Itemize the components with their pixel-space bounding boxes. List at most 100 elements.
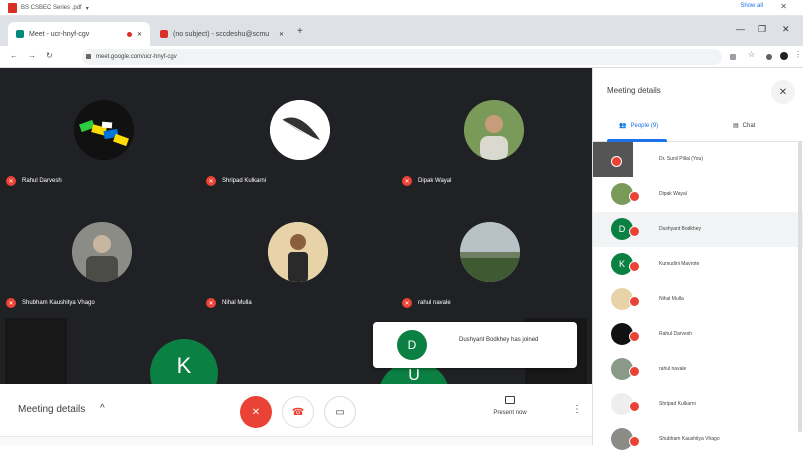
participant-name: Shripad Kulkarni (659, 401, 696, 407)
bottom-strip (0, 436, 592, 445)
pdf-icon (8, 3, 17, 13)
participant-name: Dushyant Bodkhey (659, 226, 701, 232)
tab-meet[interactable]: Meet - ucr-hnyf-cgv ✕ (8, 22, 150, 46)
close-icon[interactable]: ✕ (279, 31, 284, 38)
participant-tile[interactable]: ✕ Nihal Mulla (200, 188, 396, 308)
tab-chat-label: Chat (742, 122, 756, 129)
avatar (72, 222, 132, 282)
recording-dot-icon (126, 31, 132, 37)
present-screen-icon (505, 396, 515, 404)
camera-toggle-button[interactable]: ▭ (324, 396, 356, 428)
participant-name: rahul navale (659, 366, 687, 372)
forward-icon[interactable]: → (28, 51, 36, 60)
participant-tile[interactable]: ✕ rahul navale (396, 188, 592, 308)
participant-tile-dark[interactable] (5, 318, 67, 384)
mic-off-icon (629, 296, 640, 307)
participant-name: Nihal Mulla (659, 296, 684, 302)
close-icon[interactable]: ✕ (771, 80, 795, 104)
tab-chat[interactable]: ▤ Chat (733, 122, 756, 130)
avatar (74, 100, 134, 160)
gmail-favicon-icon (160, 30, 168, 38)
url-field[interactable]: meet.google.com/ucr-hnyf-cgv (82, 49, 722, 65)
download-filename: BS CSBEC Series .pdf (21, 5, 82, 11)
mic-off-icon (629, 366, 640, 377)
chevron-down-icon[interactable]: ▾ (86, 5, 89, 12)
tab-label: Meet - ucr-hnyf-cgv (29, 30, 90, 38)
chevron-up-icon[interactable]: ^ (100, 403, 105, 414)
back-icon[interactable]: ← (10, 51, 18, 60)
participant-row[interactable]: Shubham Kaushitya Vhago (593, 422, 803, 457)
present-now-button[interactable]: Present now (490, 396, 530, 416)
person-photo-icon (72, 222, 132, 282)
download-bar: BS CSBEC Series .pdf ▾ Show all ✕ (0, 0, 803, 16)
close-window-icon[interactable]: ✕ (782, 24, 790, 35)
mic-off-icon (629, 436, 640, 447)
lock-icon[interactable] (86, 54, 91, 59)
participant-tile[interactable]: ✕ Shubham Kaushitya Vhago (0, 188, 196, 308)
tab-label: (no subject) - sccdeshu@scmu (173, 30, 270, 38)
show-all-link[interactable]: Show all (740, 3, 763, 9)
participant-row[interactable]: Shripad Kulkarni (593, 387, 803, 422)
hangup-icon: ☎ (291, 406, 305, 418)
participant-row[interactable]: D Dushyant Bodkhey (593, 212, 803, 247)
participant-name: Shubham Kaushitya Vhago (659, 436, 720, 442)
participant-name: Nihal Mulla (222, 300, 252, 306)
feather-quill-icon (270, 100, 330, 160)
participant-name: Dipak Wayal (418, 178, 452, 184)
chat-icon: ▤ (733, 123, 739, 129)
participant-tile[interactable]: ✕ Shripad Kulkarni (200, 68, 396, 188)
participant-name: Kumudini Mavrote (659, 261, 700, 267)
tab-gmail[interactable]: (no subject) - sccdeshu@scmu ✕ (152, 22, 292, 46)
mic-off-icon: ✕ (206, 298, 216, 308)
participant-name: Dr. Sunil Pillai (You) (659, 156, 704, 162)
close-icon[interactable]: ✕ (780, 2, 787, 11)
download-item[interactable]: BS CSBEC Series .pdf ▾ (8, 3, 89, 13)
participant-row[interactable]: Dr. Sunil Pillai (You) (593, 142, 803, 177)
avatar (464, 100, 524, 160)
mic-off-icon: ✕ (402, 298, 412, 308)
more-options-icon[interactable]: ⋮ (572, 404, 582, 415)
person-photo-icon (464, 100, 524, 160)
panel-tabs: 👥 People (9) ▤ Chat (593, 114, 803, 142)
leave-call-button[interactable]: ☎ (282, 396, 314, 428)
participant-tile[interactable]: ✕ Dipak Wayal (396, 68, 592, 188)
participant-row[interactable]: rahul navale (593, 352, 803, 387)
participant-initial-avatar[interactable]: K (150, 339, 218, 384)
meeting-details-button[interactable]: Meeting details (18, 404, 85, 415)
menu-icon[interactable]: ⋮ (794, 50, 802, 59)
participant-nameplate: ✕ Shripad Kulkarni (206, 176, 266, 186)
join-notification: D Dushyant Bodkhey has joined (373, 322, 577, 368)
call-controls: Meeting details ^ ✕ ☎ ▭ Present now ⋮ (0, 384, 592, 436)
camera-indicator-icon[interactable] (730, 54, 736, 60)
participant-nameplate: ✕ rahul navale (402, 298, 451, 308)
minimize-icon[interactable]: — (736, 24, 745, 34)
tab-people[interactable]: 👥 People (9) (619, 122, 659, 130)
meeting-details-panel: Meeting details ✕ 👥 People (9) ▤ Chat Dr… (592, 68, 803, 450)
mic-off-button[interactable]: ✕ (240, 396, 272, 428)
url-text: meet.google.com/ucr-hnyf-cgv (96, 54, 177, 60)
tab-people-label: People (9) (630, 122, 659, 129)
profile-avatar[interactable] (780, 52, 788, 60)
participant-name: Dipak Wayal (659, 191, 687, 197)
participant-row[interactable]: Rahul Darvesh (593, 317, 803, 352)
landscape-photo-icon (460, 222, 520, 282)
mic-off-icon (629, 401, 640, 412)
participant-name: Shubham Kaushitya Vhago (22, 300, 95, 306)
reload-icon[interactable]: ↻ (46, 51, 53, 60)
participant-tile[interactable]: ✕ Rahul Darvesh (0, 68, 196, 188)
maximize-icon[interactable]: ❐ (758, 24, 766, 35)
participant-row[interactable]: Nihal Mulla (593, 282, 803, 317)
new-tab-icon[interactable]: + (297, 26, 303, 37)
participant-row[interactable]: Dipak Wayal (593, 177, 803, 212)
extension-icon[interactable] (766, 54, 772, 60)
participant-row[interactable]: K Kumudini Mavrote (593, 247, 803, 282)
video-camera-icon: ▭ (335, 406, 345, 418)
notification-text: Dushyant Bodkhey has joined (459, 337, 539, 343)
participant-list: Dr. Sunil Pillai (You) Dipak Wayal D Dus… (593, 142, 803, 457)
address-bar: ← → ↻ meet.google.com/ucr-hnyf-cgv ☆ ⋮ (0, 46, 803, 68)
scrollbar[interactable] (798, 142, 802, 432)
star-icon[interactable]: ☆ (748, 50, 756, 59)
close-icon[interactable]: ✕ (137, 31, 142, 38)
mic-off-icon: ✕ (6, 298, 16, 308)
colorful-logo-icon (74, 100, 134, 160)
